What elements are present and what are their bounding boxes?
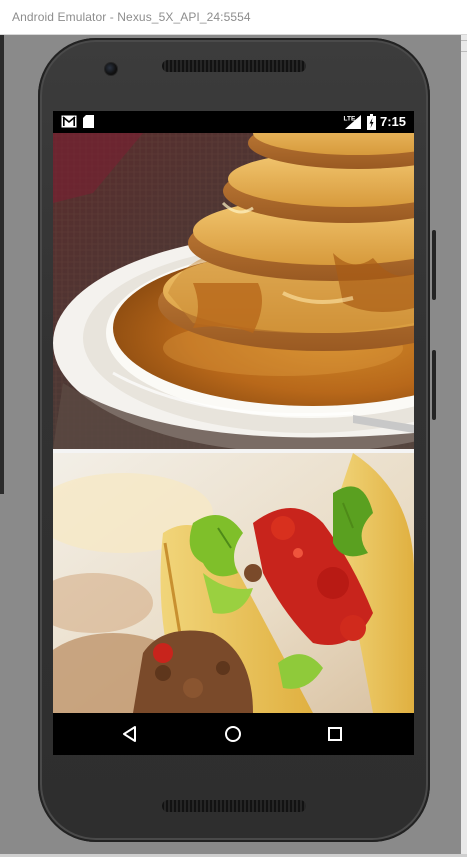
power-button[interactable] [432, 350, 436, 420]
title-bar[interactable]: Android Emulator - Nexus_5X_API_24:5554 [0, 0, 467, 35]
emulator-toolbar-edge[interactable] [461, 34, 467, 857]
home-icon[interactable] [218, 719, 248, 749]
navigation-bar [53, 713, 414, 755]
front-camera [104, 62, 118, 76]
emulator-window: Android Emulator - Nexus_5X_API_24:5554 [0, 0, 467, 857]
recents-icon[interactable] [320, 719, 350, 749]
gmail-icon [61, 115, 77, 128]
signal-icon: LTE [343, 114, 361, 129]
battery-icon [367, 114, 376, 130]
tacos-image[interactable] [53, 453, 414, 713]
back-icon[interactable] [115, 719, 145, 749]
clock: 7:15 [379, 114, 406, 129]
toolbar-handle-icon [461, 40, 467, 52]
status-bar: LTE 7:15 [53, 111, 414, 133]
device-screen[interactable]: LTE 7:15 [53, 111, 414, 755]
window-title: Android Emulator - Nexus_5X_API_24:5554 [12, 10, 251, 24]
background-window-edge [0, 34, 4, 494]
bottom-speaker [162, 800, 306, 812]
pancakes-image[interactable] [53, 133, 414, 449]
sd-card-icon [83, 115, 94, 128]
network-label: LTE [344, 116, 356, 123]
top-speaker [162, 60, 306, 72]
volume-button[interactable] [432, 230, 436, 300]
